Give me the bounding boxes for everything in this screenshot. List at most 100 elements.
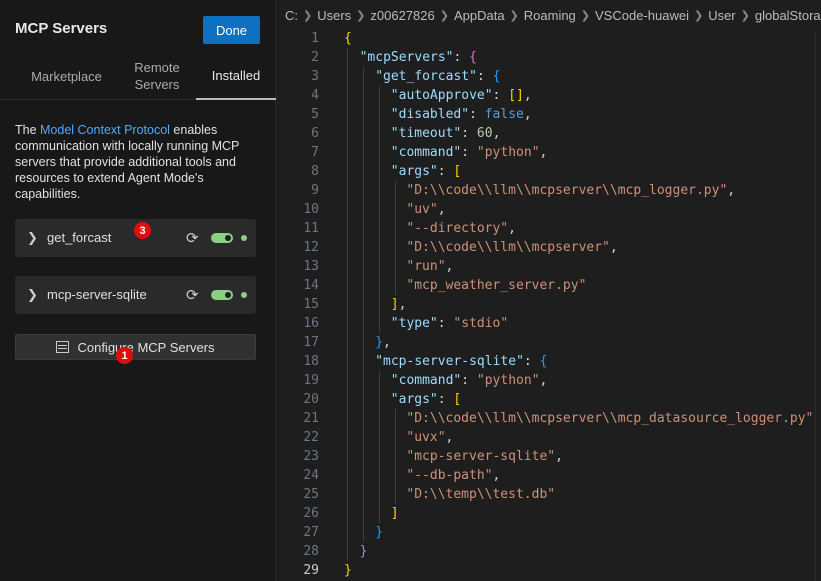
indent-guide [347, 295, 348, 314]
code-line: 29} [277, 561, 821, 580]
code-token: , [727, 183, 736, 198]
indent-guide [347, 86, 348, 105]
indent-guide [363, 143, 364, 162]
indent-guide [347, 314, 348, 333]
code-text: } [344, 561, 352, 580]
code-token: : [437, 392, 454, 407]
indent-guide [395, 466, 396, 485]
line-number: 5 [311, 107, 319, 122]
code-token: [ [453, 392, 462, 407]
code-text: ], [391, 295, 407, 314]
code-text: "autoApprove": [], [391, 86, 532, 105]
line-number: 6 [311, 126, 319, 141]
editor-scrollbar[interactable] [815, 30, 821, 581]
tab-marketplace[interactable]: Marketplace [15, 52, 118, 100]
breadcrumb-item[interactable]: Roaming [524, 8, 576, 23]
code-line: 2 "mcpServers": { [277, 48, 821, 67]
code-text: "mcp_weather_server.py" [406, 276, 586, 295]
breadcrumb-item[interactable]: VSCode-huawei [595, 8, 689, 23]
indent-guide [363, 162, 364, 181]
code-token: : [476, 69, 493, 84]
code-editor[interactable]: C: ❯ Users ❯ z00627826 ❯ AppData ❯ Roaming ❯ VSCod… [277, 0, 821, 581]
tab-remote-servers[interactable]: Remote Servers [122, 52, 192, 100]
code-text: "get_forcast": { [375, 67, 500, 86]
indent-guide [347, 200, 348, 219]
code-line: 19 "command": "python", [277, 371, 821, 390]
server-enabled-toggle[interactable] [211, 290, 233, 300]
breadcrumb-item[interactable]: z00627826 [370, 8, 434, 23]
indent-guide [363, 219, 364, 238]
refresh-icon[interactable]: ⟳ [186, 286, 199, 304]
code-token: 60 [476, 126, 493, 141]
indent-guide [363, 447, 364, 466]
breadcrumb-item[interactable]: C: [285, 8, 298, 23]
indent-guide [347, 466, 348, 485]
code-text: "command": "python", [391, 143, 548, 162]
code-line: 14 "mcp_weather_server.py" [277, 276, 821, 295]
line-number: 12 [303, 240, 319, 255]
indent-guide [363, 523, 364, 542]
code-line: 17}, [277, 333, 821, 352]
indent-guide [379, 181, 380, 200]
indent-guide [347, 105, 348, 124]
configure-mcp-servers-button[interactable]: Configure MCP Servers [15, 334, 256, 360]
indent-guide [379, 466, 380, 485]
code-token: { [344, 31, 352, 46]
code-text: "D:\\temp\\test.db" [406, 485, 555, 504]
code-token: { [539, 354, 548, 369]
chevron-right-icon: ❯ [356, 9, 366, 22]
line-number: 23 [303, 449, 319, 464]
indent-guide [379, 409, 380, 428]
line-number: 27 [303, 525, 319, 540]
breadcrumb-item[interactable]: globalStorage [755, 8, 821, 23]
indent-guide [347, 542, 348, 561]
model-context-protocol-link[interactable]: Model Context Protocol [40, 123, 170, 137]
indent-guide [395, 409, 396, 428]
indent-guide [363, 181, 364, 200]
code-text: "args": [ [391, 390, 461, 409]
code-token: { [469, 50, 477, 65]
indent-guide [347, 371, 348, 390]
indent-guide [347, 485, 348, 504]
indent-guide [379, 447, 380, 466]
code-token: ] [390, 297, 399, 312]
code-token: } [375, 525, 384, 540]
code-token: : [437, 316, 454, 331]
done-button[interactable]: Done [203, 16, 260, 44]
indent-guide [347, 333, 348, 352]
server-enabled-toggle[interactable] [211, 233, 233, 243]
chevron-right-icon[interactable]: ❯ [27, 230, 38, 246]
indent-guide [363, 295, 364, 314]
breadcrumb: C: ❯ Users ❯ z00627826 ❯ AppData ❯ Roaming ❯ VSCod… [277, 0, 821, 30]
code-token: : [453, 50, 470, 65]
chevron-right-icon[interactable]: ❯ [27, 287, 38, 303]
code-token: : [461, 373, 477, 388]
annotation-marker-3: 3 [134, 222, 151, 239]
code-text: "--db-path", [406, 466, 500, 485]
indent-guide [379, 371, 380, 390]
server-card-mcp-server-sqlite[interactable]: ❯ mcp-server-sqlite ⟳ [15, 276, 256, 314]
indent-guide [347, 181, 348, 200]
code-line: 12 "D:\\code\\llm\\mcpserver", [277, 238, 821, 257]
indent-guide [379, 219, 380, 238]
indent-guide [379, 485, 380, 504]
code-token: , [398, 297, 407, 312]
indent-guide [363, 371, 364, 390]
code-token: "command" [390, 145, 462, 160]
breadcrumb-item[interactable]: User [708, 8, 735, 23]
code-content[interactable]: 1{2 "mcpServers": {3 "get_forcast": {4 "aut… [277, 29, 821, 580]
code-token: "stdio" [453, 316, 509, 331]
code-token: } [344, 563, 352, 578]
breadcrumb-item[interactable]: AppData [454, 8, 505, 23]
refresh-icon[interactable]: ⟳ [186, 229, 199, 247]
indent-guide [379, 390, 380, 409]
code-token: "mcp-server-sqlite" [406, 449, 556, 464]
line-number: 16 [303, 316, 319, 331]
tab-installed[interactable]: Installed [196, 52, 276, 100]
indent-guide [347, 219, 348, 238]
breadcrumb-item[interactable]: Users [317, 8, 351, 23]
code-token: , [523, 88, 532, 103]
code-token: "type" [390, 316, 438, 331]
code-token: false [484, 107, 524, 122]
code-text: "D:\\code\\llm\\mcpserver", [406, 238, 617, 257]
